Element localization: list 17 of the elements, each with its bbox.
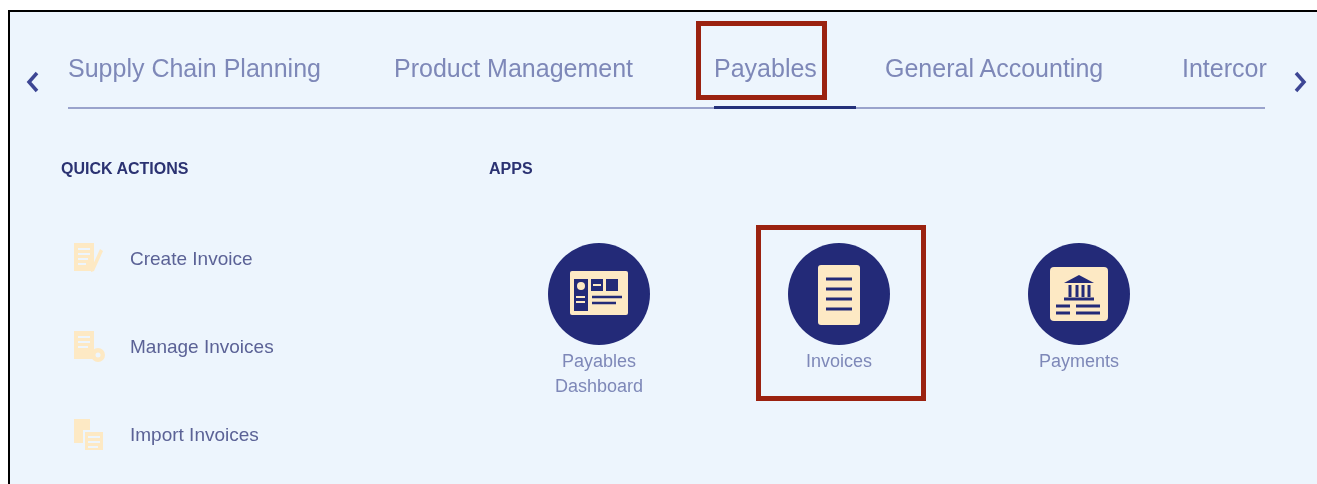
- section-heading: APPS: [489, 159, 534, 179]
- tab[interactable]: Payables: [714, 53, 856, 109]
- app-label[interactable]: Payables Dashboard: [544, 349, 654, 399]
- app-label[interactable]: Invoices: [784, 349, 894, 374]
- quick-action-link[interactable]: Import Invoices: [130, 420, 259, 450]
- tab[interactable]: Intercor: [1182, 53, 1267, 109]
- bank-icon[interactable]: [1028, 243, 1130, 345]
- app-label[interactable]: Payments: [1024, 349, 1134, 374]
- quick-action-link[interactable]: Manage Invoices: [130, 332, 274, 362]
- dashboard-icon[interactable]: [548, 243, 650, 345]
- document-icon[interactable]: [788, 243, 890, 345]
- tab[interactable]: General Accounting: [885, 53, 1182, 109]
- tab[interactable]: Supply Chain Planning: [68, 53, 394, 109]
- section-heading: QUICK ACTIONS: [61, 159, 190, 179]
- document-gear-icon: [71, 329, 107, 365]
- quick-action-link[interactable]: Create Invoice: [130, 244, 253, 274]
- tab[interactable]: Product Management: [394, 53, 714, 109]
